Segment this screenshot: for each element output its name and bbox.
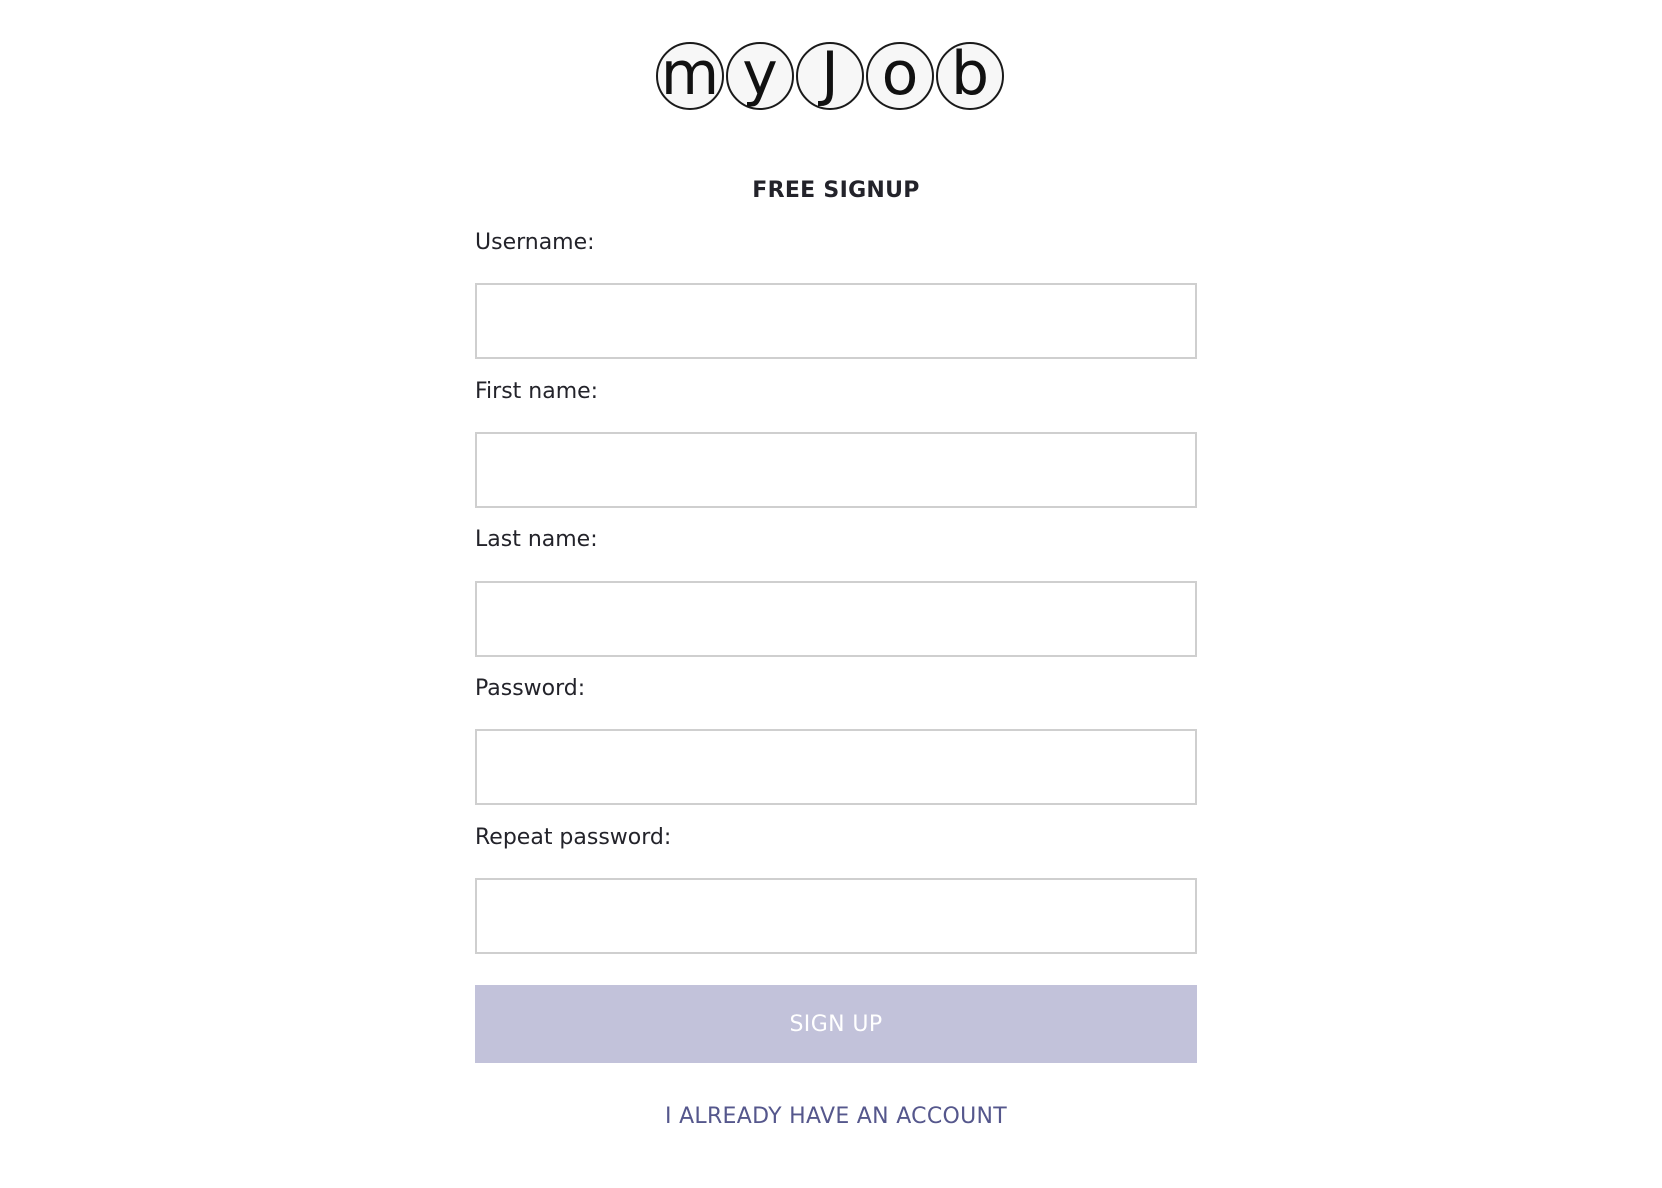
already-have-account-link[interactable]: I ALREADY HAVE AN ACCOUNT bbox=[475, 1104, 1197, 1129]
logo-letter-j: J bbox=[796, 42, 864, 110]
password-input[interactable] bbox=[475, 729, 1197, 805]
username-input[interactable] bbox=[475, 283, 1197, 359]
logo-letters: m y J o b bbox=[656, 42, 1004, 110]
logo: m y J o b bbox=[0, 42, 1662, 110]
last-name-label: Last name: bbox=[475, 527, 598, 552]
repeat-password-input[interactable] bbox=[475, 878, 1197, 954]
logo-letter-b: b bbox=[936, 42, 1004, 110]
repeat-password-label: Repeat password: bbox=[475, 825, 672, 850]
first-name-input[interactable] bbox=[475, 432, 1197, 508]
logo-letter-y: y bbox=[726, 42, 794, 110]
logo-letter-o: o bbox=[866, 42, 934, 110]
username-label: Username: bbox=[475, 230, 595, 255]
logo-letter-m: m bbox=[656, 42, 724, 110]
form-title: FREE SIGNUP bbox=[752, 178, 920, 203]
sign-up-button[interactable]: SIGN UP bbox=[475, 985, 1197, 1063]
last-name-input[interactable] bbox=[475, 581, 1197, 657]
password-label: Password: bbox=[475, 676, 586, 701]
first-name-label: First name: bbox=[475, 379, 599, 404]
